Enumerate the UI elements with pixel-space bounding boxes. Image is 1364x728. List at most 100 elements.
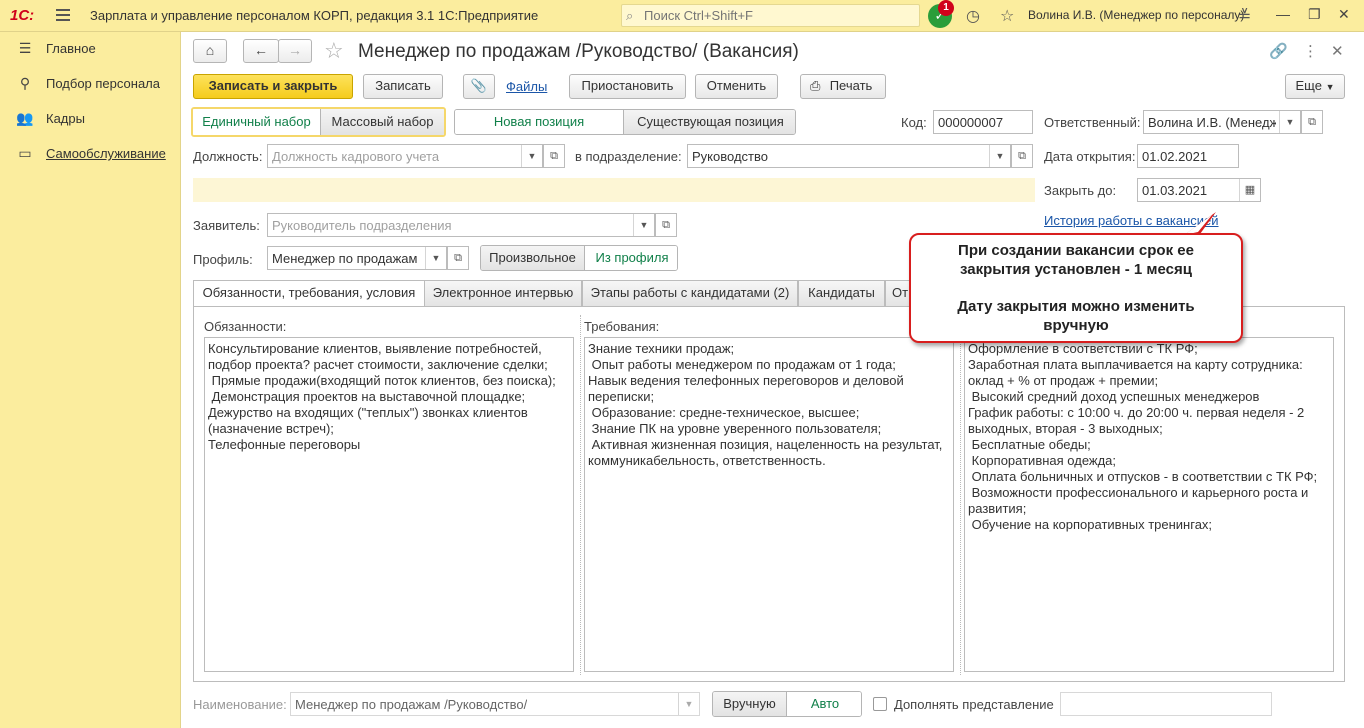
supplement-checkbox[interactable] xyxy=(873,697,887,711)
open-position-icon[interactable]: ⧉ xyxy=(543,144,565,168)
position-type-toggle: Новая позиция Существующая позиция xyxy=(454,109,796,135)
chevron-down-icon[interactable]: ▼ xyxy=(521,145,542,167)
more-button[interactable]: Еще ▼ xyxy=(1285,74,1345,99)
open-date-field[interactable]: 01.02.2021 xyxy=(1137,144,1239,168)
more-actions-icon[interactable]: ⋮ xyxy=(1303,42,1318,60)
tab-panel: Обязанности: Консультирование клиентов, … xyxy=(193,306,1345,682)
sidebar-item-recruiting[interactable]: ⚲ Подбор персонала xyxy=(0,72,181,96)
tab-duties[interactable]: Обязанности, требования, условия xyxy=(193,280,425,307)
position-placeholder: Должность кадрового учета xyxy=(272,149,440,164)
profile-label: Профиль: xyxy=(193,252,253,267)
responsible-value: Волина И.В. (Менеджер г xyxy=(1148,115,1276,130)
title-bar: 1С: Зарплата и управление персоналом КОР… xyxy=(0,0,1364,32)
minimize-icon[interactable]: — xyxy=(1276,6,1290,22)
sidebar-item-personnel[interactable]: 👥 Кадры xyxy=(0,107,181,131)
attachment-icon[interactable]: 📎 xyxy=(463,74,495,99)
open-responsible-icon[interactable]: ⧉ xyxy=(1301,110,1323,134)
sidebar-item-label: Подбор персонала xyxy=(46,76,160,91)
favorite-star-icon[interactable]: ☆ xyxy=(324,38,344,64)
responsible-field[interactable]: Волина И.В. (Менеджер г ▼ xyxy=(1143,110,1301,134)
chevron-down-icon[interactable]: ▼ xyxy=(989,145,1010,167)
close-window-icon[interactable]: ✕ xyxy=(1338,6,1350,23)
link-icon[interactable]: 🔗 xyxy=(1269,42,1288,60)
new-position-option[interactable]: Новая позиция xyxy=(455,110,623,134)
info-banner xyxy=(193,178,1035,202)
restore-icon[interactable]: ❐ xyxy=(1308,6,1321,23)
tab-electronic-interview[interactable]: Электронное интервью xyxy=(424,280,582,306)
print-button[interactable]: ⎙ Печать xyxy=(800,74,886,99)
position-label: Должность: xyxy=(193,149,263,164)
applicant-field[interactable]: Руководитель подразделения ▼ xyxy=(267,213,655,237)
sidebar-item-label: Самообслуживание xyxy=(46,146,166,161)
requirements-textarea[interactable]: Знание техники продаж; Опыт работы менед… xyxy=(584,337,954,672)
people-icon: 👥 xyxy=(16,110,34,126)
duties-textarea[interactable]: Консультирование клиентов, выявление пот… xyxy=(204,337,574,672)
name-field[interactable]: Менеджер по продажам /Руководство/ ▼ xyxy=(290,692,700,716)
chevron-down-icon[interactable]: ▼ xyxy=(425,247,446,269)
current-user[interactable]: Волина И.В. (Менеджер по персоналу) xyxy=(1028,8,1244,22)
sidebar-item-self-service[interactable]: ▭ Самообслуживание xyxy=(0,142,181,166)
history-icon[interactable]: ◷ xyxy=(966,6,980,26)
mass-set-option[interactable]: Массовый набор xyxy=(320,109,444,135)
chevron-down-icon[interactable]: ▼ xyxy=(633,214,654,236)
save-button[interactable]: Записать xyxy=(363,74,443,99)
calendar-icon[interactable]: ▦ xyxy=(1239,179,1260,201)
document-form: ⌂ ← → ☆ Менеджер по продажам /Руководств… xyxy=(181,32,1364,728)
tab-candidates[interactable]: Кандидаты xyxy=(798,280,885,306)
conditions-textarea[interactable]: Оформление в соответствии с ТК РФ; Зараб… xyxy=(964,337,1334,672)
profile-mode-toggle: Произвольное Из профиля xyxy=(480,245,678,271)
name-label: Наименование: xyxy=(193,697,287,712)
department-field[interactable]: Руководство ▼ xyxy=(687,144,1011,168)
column-splitter[interactable] xyxy=(580,315,581,675)
chevron-down-icon[interactable]: ▼ xyxy=(678,693,699,715)
single-set-option[interactable]: Единичный набор xyxy=(193,109,320,135)
close-icon[interactable]: ✕ xyxy=(1331,42,1344,60)
position-field[interactable]: Должность кадрового учета ▼ xyxy=(267,144,543,168)
printer-icon: ⎙ xyxy=(810,78,821,93)
settings-icon[interactable]: ≚ xyxy=(1238,6,1251,26)
search-input[interactable] xyxy=(644,7,914,24)
open-applicant-icon[interactable]: ⧉ xyxy=(655,213,677,237)
print-label: Печать xyxy=(829,78,873,93)
sidebar-item-main[interactable]: ☰ Главное xyxy=(0,37,181,61)
app-logo: 1С: xyxy=(10,7,35,24)
page-title: Менеджер по продажам /Руководство/ (Вака… xyxy=(358,41,799,62)
responsible-label: Ответственный: xyxy=(1044,115,1141,130)
existing-position-option[interactable]: Существующая позиция xyxy=(623,110,795,134)
sidebar-item-label: Кадры xyxy=(46,111,85,126)
profile-field[interactable]: Менеджер по продажам ▼ xyxy=(267,246,447,270)
column-splitter[interactable] xyxy=(960,315,961,675)
callout-line: При создании вакансии срок ее xyxy=(958,242,1194,259)
app-title: Зарплата и управление персоналом КОРП, р… xyxy=(90,8,539,23)
callout-line: закрытия установлен - 1 месяц xyxy=(960,261,1192,278)
code-field[interactable]: 000000007 xyxy=(933,110,1033,134)
home-button[interactable]: ⌂ xyxy=(193,39,227,63)
custom-option[interactable]: Произвольное xyxy=(481,246,584,270)
more-label: Еще xyxy=(1295,78,1322,93)
menu-icon[interactable] xyxy=(56,9,70,21)
open-date-value: 01.02.2021 xyxy=(1142,149,1208,164)
recruitment-type-toggle: Единичный набор Массовый набор xyxy=(191,107,446,137)
search-icon: ⌕ xyxy=(626,8,634,23)
name-value: Менеджер по продажам /Руководство/ xyxy=(295,697,528,712)
suspend-button[interactable]: Приостановить xyxy=(569,74,686,99)
favorites-icon[interactable]: ☆ xyxy=(1000,6,1014,26)
manual-option[interactable]: Вручную xyxy=(713,692,786,716)
files-link[interactable]: Файлы xyxy=(506,79,547,94)
cancel-button[interactable]: Отменить xyxy=(695,74,778,99)
save-and-close-button[interactable]: Записать и закрыть xyxy=(193,74,353,99)
annotation-callout: При создании вакансии срок ее закрытия у… xyxy=(909,233,1243,343)
open-department-icon[interactable]: ⧉ xyxy=(1011,144,1033,168)
back-button[interactable]: ← xyxy=(243,39,279,63)
profile-value: Менеджер по продажам xyxy=(272,251,418,266)
chevron-down-icon[interactable]: ▼ xyxy=(1279,111,1300,133)
department-value: Руководство xyxy=(692,149,768,164)
from-profile-option[interactable]: Из профиля xyxy=(584,246,677,270)
close-by-field[interactable]: 01.03.2021 ▦ xyxy=(1137,178,1261,202)
supplement-field[interactable] xyxy=(1060,692,1272,716)
tab-candidate-stages[interactable]: Этапы работы с кандидатами (2) xyxy=(582,280,798,306)
forward-button[interactable]: → xyxy=(278,39,312,63)
auto-option[interactable]: Авто xyxy=(786,692,861,716)
search-box[interactable]: ⌕ xyxy=(621,4,920,27)
open-profile-icon[interactable]: ⧉ xyxy=(447,246,469,270)
